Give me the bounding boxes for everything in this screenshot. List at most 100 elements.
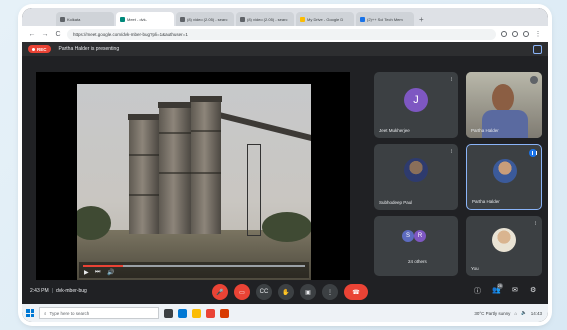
- participant-face: [492, 84, 514, 112]
- participant-tile-video[interactable]: Partha Halder: [466, 72, 542, 138]
- extension-icon[interactable]: [501, 31, 507, 37]
- tab-strip: Kolkata Meet - dvk- (8) video (2.05) - s…: [22, 8, 548, 26]
- more-vert-icon: ⋮: [327, 289, 333, 296]
- avatar: [492, 228, 516, 252]
- participant-name: Subhodeep Paul: [379, 200, 413, 205]
- hand-icon: ✋: [282, 289, 290, 296]
- video-frame: ▶ ⏭ 🔊: [77, 84, 311, 280]
- avatar: [493, 159, 517, 183]
- browser-tab[interactable]: My Drive - Google D: [296, 12, 354, 26]
- tab-favicon: [360, 16, 365, 22]
- browser-toolbar: ← → C https://meet.google.com/dvk-mber-b…: [22, 26, 548, 42]
- chat-icon[interactable]: ✉: [512, 286, 518, 294]
- avatar: [404, 158, 428, 182]
- microphone-button[interactable]: 🎤: [212, 284, 228, 300]
- meet-favicon: [120, 16, 125, 22]
- avatar: R: [414, 230, 426, 242]
- tab-favicon: [180, 16, 185, 22]
- edge-icon[interactable]: [178, 308, 187, 318]
- browser-tab-active[interactable]: Meet - dvk-: [116, 12, 174, 26]
- browser-window: Kolkata Meet - dvk- (8) video (2.05) - s…: [22, 8, 548, 322]
- avatar: S: [402, 230, 414, 242]
- os-taskbar: ⌕ Type here to search 30°C Partly sunny ⌂…: [22, 304, 548, 322]
- video-player-controls: ▶ ⏭ 🔊: [79, 262, 309, 278]
- office-icon[interactable]: [220, 308, 229, 318]
- reload-icon[interactable]: C: [54, 31, 62, 38]
- file-explorer-icon[interactable]: [192, 308, 201, 318]
- captions-icon: CC: [259, 289, 269, 295]
- participant-tile-speaking[interactable]: Partha Halder: [466, 144, 542, 210]
- video-seek-bar[interactable]: [83, 265, 305, 267]
- taskbar-search-input[interactable]: ⌕ Type here to search: [39, 307, 159, 319]
- people-icon[interactable]: 👥 28: [492, 283, 503, 294]
- participant-tile[interactable]: ⁞ Subhodeep Paul: [374, 144, 458, 210]
- address-bar[interactable]: https://meet.google.com/dvk-mber-bug?pli…: [67, 28, 496, 40]
- forward-icon[interactable]: →: [41, 31, 49, 38]
- video-silo: [190, 96, 222, 234]
- play-icon[interactable]: ▶: [84, 269, 89, 276]
- record-dot-icon: [32, 47, 35, 51]
- volume-icon[interactable]: 🔊: [107, 269, 114, 276]
- speaking-indicator-icon: [529, 149, 537, 157]
- presenting-bar: REC Partha Halder is presenting: [22, 42, 548, 56]
- hang-up-icon: ☎: [352, 289, 360, 296]
- windows-start-icon[interactable]: [26, 309, 34, 317]
- volume-icon[interactable]: 🔈: [521, 310, 527, 316]
- video-silo: [128, 114, 160, 234]
- participant-tile[interactable]: J ⁞ Jeet Mukherjee: [374, 72, 458, 138]
- recording-badge: REC: [28, 45, 51, 53]
- captions-button[interactable]: CC: [256, 284, 272, 300]
- browser-tab[interactable]: (8) video (2.05) - searc: [236, 12, 294, 26]
- menu-icon[interactable]: ⋮: [534, 30, 542, 38]
- self-tile[interactable]: ⁞ You: [466, 216, 542, 276]
- task-view-icon[interactable]: [164, 308, 173, 318]
- browser-tab[interactable]: (2)++ Sci Tech Mem: [356, 12, 414, 26]
- clock[interactable]: 14:43: [531, 311, 542, 316]
- back-icon[interactable]: ←: [28, 31, 36, 38]
- mic-off-icon: 🎤: [216, 289, 224, 296]
- participant-name: Partha Halder: [471, 128, 499, 133]
- participant-name: You: [471, 266, 479, 271]
- mic-muted-icon: ⁞: [534, 221, 536, 227]
- video-seek-fill: [83, 265, 123, 267]
- raise-hand-button[interactable]: ✋: [278, 284, 294, 300]
- camera-button[interactable]: ▭: [234, 284, 250, 300]
- participant-count-badge: 28: [496, 283, 503, 289]
- leave-call-button[interactable]: ☎: [344, 284, 368, 300]
- profile-icon[interactable]: [523, 31, 529, 37]
- info-icon[interactable]: ⓘ: [474, 286, 481, 296]
- meeting-code: dvk-mber-bug: [55, 288, 87, 294]
- meet-control-bar: 2:43 PM | dvk-mber-bug 🎤 ▭ CC ✋ ▣ ⋮ ☎ ⓘ 👥 2…: [22, 280, 548, 304]
- present-icon: ▣: [305, 289, 311, 296]
- video-silo: [158, 102, 192, 234]
- presented-video[interactable]: ▶ ⏭ 🔊: [36, 72, 350, 280]
- video-tower: [247, 144, 261, 236]
- fullscreen-icon[interactable]: [533, 44, 542, 54]
- participant-tile-others[interactable]: S R 24 others: [374, 216, 458, 276]
- chrome-icon[interactable]: [206, 308, 215, 318]
- meeting-time: 2:43 PM: [30, 288, 49, 294]
- participant-name: Jeet Mukherjee: [379, 128, 410, 133]
- participant-name: Partha Halder: [472, 199, 500, 204]
- search-icon: ⌕: [44, 310, 47, 316]
- tab-favicon: [240, 16, 245, 22]
- browser-tab[interactable]: (8) video (2.05) - searc: [176, 12, 234, 26]
- network-icon[interactable]: ⌂: [514, 311, 517, 316]
- browser-tab[interactable]: Kolkata: [56, 12, 114, 26]
- activities-icon[interactable]: ⚙: [530, 286, 536, 294]
- video-tree: [262, 212, 311, 242]
- avatar: J: [404, 88, 428, 112]
- more-options-button[interactable]: ⋮: [322, 284, 338, 300]
- present-button[interactable]: ▣: [300, 284, 316, 300]
- more-options-icon[interactable]: [530, 76, 538, 84]
- presenting-text: Partha Halder is presenting: [58, 46, 120, 52]
- mic-muted-icon: ⁞: [450, 149, 452, 155]
- participant-body: [482, 110, 528, 138]
- next-icon[interactable]: ⏭: [95, 269, 100, 276]
- meeting-info: 2:43 PM | dvk-mber-bug: [30, 288, 87, 294]
- tab-favicon: [60, 16, 65, 22]
- mic-muted-icon: ⁞: [450, 77, 452, 83]
- weather-text[interactable]: 30°C Partly sunny: [474, 311, 510, 316]
- new-tab-button[interactable]: +: [416, 15, 427, 26]
- extension-icon[interactable]: [512, 31, 518, 37]
